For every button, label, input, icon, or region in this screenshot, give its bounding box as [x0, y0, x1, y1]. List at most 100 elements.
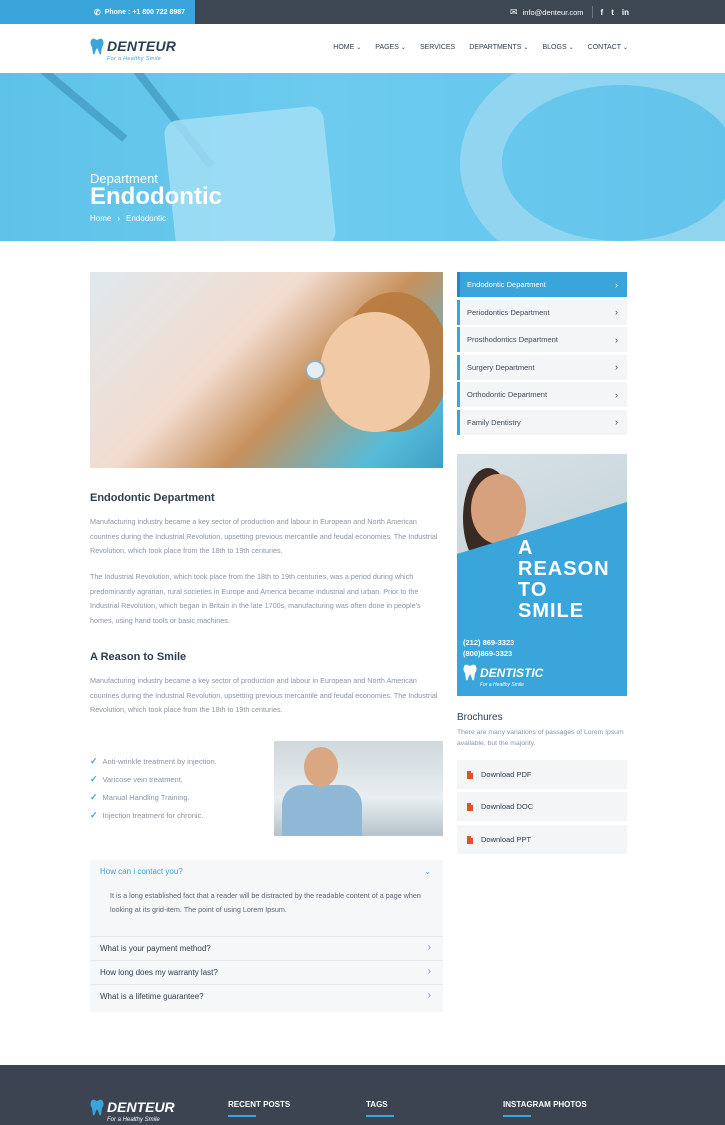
faq-accordion: How can i contact you? ⌄ It is a long es…	[90, 860, 443, 1012]
department-menu: Endodontic Department › Periodontics Depa…	[457, 272, 627, 437]
footer-heading-instagram: INSTAGRAM PHOTOS	[503, 1100, 587, 1109]
chevron-down-icon: ⌄	[523, 45, 529, 51]
nav-home[interactable]: HOME ⌄	[333, 44, 361, 51]
linkedin-icon[interactable]: in	[622, 8, 629, 17]
download-pdf-button[interactable]: Download PDF	[457, 760, 627, 789]
breadcrumb-separator: ›	[117, 214, 121, 223]
brochures-description: There are many variations of passages of…	[457, 729, 624, 747]
promo-title: A REASON TO SMILE	[518, 537, 610, 622]
tooth-icon	[463, 664, 477, 681]
site-header: DENTEUR For a Healthy Smile HOME ⌄ PAGES ⌄…	[0, 24, 725, 73]
feature-list: ✓ Anti-wrinkle treatment by injection. ✓ V…	[90, 752, 217, 824]
mail-icon: ✉	[510, 6, 518, 17]
site-logo[interactable]: DENTEUR For a Healthy Smile	[90, 38, 176, 62]
list-item: ✓ Manual Handling Training.	[90, 791, 190, 802]
promo-phones: (212) 869-3323 (800)869-3323	[463, 638, 515, 658]
department-item-periodontics[interactable]: Periodontics Department ›	[457, 299, 627, 325]
chevron-right-icon: ›	[615, 417, 618, 427]
promo-logo: DENTISTIC For a Healthy Smile	[463, 664, 543, 688]
topbar-contact: ✉ info@denteur.com f t in	[510, 0, 629, 24]
chevron-right-icon: ›	[615, 334, 618, 345]
email-link[interactable]: info@denteur.com	[523, 8, 584, 17]
list-item: ✓ Anti-wrinkle treatment by injection.	[90, 755, 217, 766]
nav-departments[interactable]: DEPARTMENTS ⌄	[469, 44, 528, 51]
nav-services[interactable]: SERVICES	[420, 44, 455, 51]
list-item: ✓ Varicose vein treatment.	[90, 773, 183, 784]
page-title: Endodontic	[90, 183, 222, 210]
image-decor	[305, 360, 325, 380]
top-bar: ✆ Phone : +1 800 722 8987 ✉ info@denteur…	[0, 0, 725, 24]
twitter-icon[interactable]: t	[611, 8, 614, 17]
department-item-prosthodontics[interactable]: Prosthodontics Department ›	[457, 327, 627, 352]
brochures-title: Brochures	[457, 712, 503, 723]
department-item-family[interactable]: Family Dentistry ›	[457, 409, 627, 435]
check-icon: ✓	[90, 809, 98, 820]
file-icon	[467, 802, 473, 811]
footer-heading-tags: TAGS	[366, 1100, 388, 1109]
image-decor	[304, 747, 338, 787]
chevron-down-icon: ⌄	[356, 45, 362, 51]
faq-item[interactable]: What is a lifetime guarantee? ›	[90, 984, 443, 1008]
promo-banner[interactable]: A REASON TO SMILE (212) 869-3323 (800)86…	[457, 454, 627, 696]
nav-contact[interactable]: CONTACT ⌄	[588, 44, 628, 51]
footer-underline	[228, 1115, 256, 1117]
nav-pages[interactable]: PAGES ⌄	[375, 44, 406, 51]
tooth-icon	[90, 38, 104, 55]
footer-logo[interactable]: DENTEUR For a Healthy Smile	[90, 1099, 175, 1123]
logo-name: DENTEUR	[107, 38, 177, 54]
check-icon: ✓	[90, 791, 98, 802]
footer-heading-recent-posts: RECENT POSTS	[228, 1100, 291, 1109]
check-icon: ✓	[90, 773, 98, 784]
page-hero: Department Endodontic Home › Endodontic	[0, 73, 725, 241]
social-links: f t in	[601, 8, 629, 17]
faq-question[interactable]: What is your payment method?	[100, 944, 211, 953]
hero-decor	[163, 105, 337, 241]
chevron-down-icon: ⌄	[622, 45, 628, 51]
faq-question[interactable]: How long does my warranty last?	[100, 968, 218, 977]
hero-decor	[22, 73, 128, 142]
department-image	[90, 272, 443, 468]
download-doc-button[interactable]: Download DOC	[457, 792, 627, 821]
image-decor	[471, 474, 526, 544]
faq-item[interactable]: How long does my warranty last? ›	[90, 960, 443, 984]
chevron-right-icon: ›	[615, 279, 618, 290]
list-item: ✓ Injection treatment for chronic.	[90, 809, 204, 820]
chevron-right-icon[interactable]: ›	[428, 966, 431, 977]
section-title: A Reason to Smile	[90, 651, 187, 663]
topbar-divider	[591, 6, 593, 18]
dentist-image	[274, 741, 443, 836]
hero-decor	[460, 73, 725, 241]
chevron-right-icon: ›	[615, 307, 618, 317]
phone-icon: ✆	[94, 7, 101, 17]
topbar-phone[interactable]: ✆ Phone : +1 800 722 8987	[0, 0, 195, 24]
chevron-down-icon: ⌄	[568, 45, 574, 51]
image-decor	[320, 312, 430, 432]
phone-text: Phone : +1 800 722 8987	[104, 8, 186, 16]
facebook-icon[interactable]: f	[601, 8, 604, 17]
section-paragraph: Manufacturing industry became a key sect…	[90, 517, 438, 555]
department-item-orthodontic[interactable]: Orthodontic Department ›	[457, 382, 627, 407]
chevron-right-icon: ›	[615, 362, 618, 372]
department-item-surgery[interactable]: Surgery Department ›	[457, 354, 627, 380]
section-paragraph: The Industrial Revolution, which took pl…	[90, 572, 421, 625]
check-icon: ✓	[90, 755, 98, 766]
faq-question[interactable]: What is a lifetime guarantee?	[100, 992, 204, 1001]
section-title: Endodontic Department	[90, 492, 215, 504]
breadcrumb-home[interactable]: Home	[90, 214, 111, 223]
section-paragraph: Manufacturing industry became a key sect…	[90, 676, 438, 714]
department-item-endodontic[interactable]: Endodontic Department ›	[457, 272, 627, 297]
faq-question-open[interactable]: How can i contact you?	[100, 867, 183, 876]
chevron-right-icon[interactable]: ›	[428, 942, 431, 953]
nav-blogs[interactable]: BLOGS ⌄	[543, 44, 574, 51]
site-footer: DENTEUR For a Healthy Smile RECENT POSTS…	[0, 1065, 725, 1125]
footer-underline	[366, 1115, 394, 1117]
file-icon	[467, 770, 473, 779]
faq-item[interactable]: What is your payment method? ›	[90, 936, 443, 960]
breadcrumb-current: Endodontic	[126, 214, 167, 223]
chevron-right-icon[interactable]: ›	[428, 990, 431, 1001]
chevron-right-icon: ›	[615, 389, 618, 400]
chevron-down-icon[interactable]: ⌄	[424, 867, 431, 876]
download-ppt-button[interactable]: Download PPT	[457, 825, 627, 854]
image-decor	[282, 785, 362, 836]
chevron-down-icon: ⌄	[400, 45, 406, 51]
